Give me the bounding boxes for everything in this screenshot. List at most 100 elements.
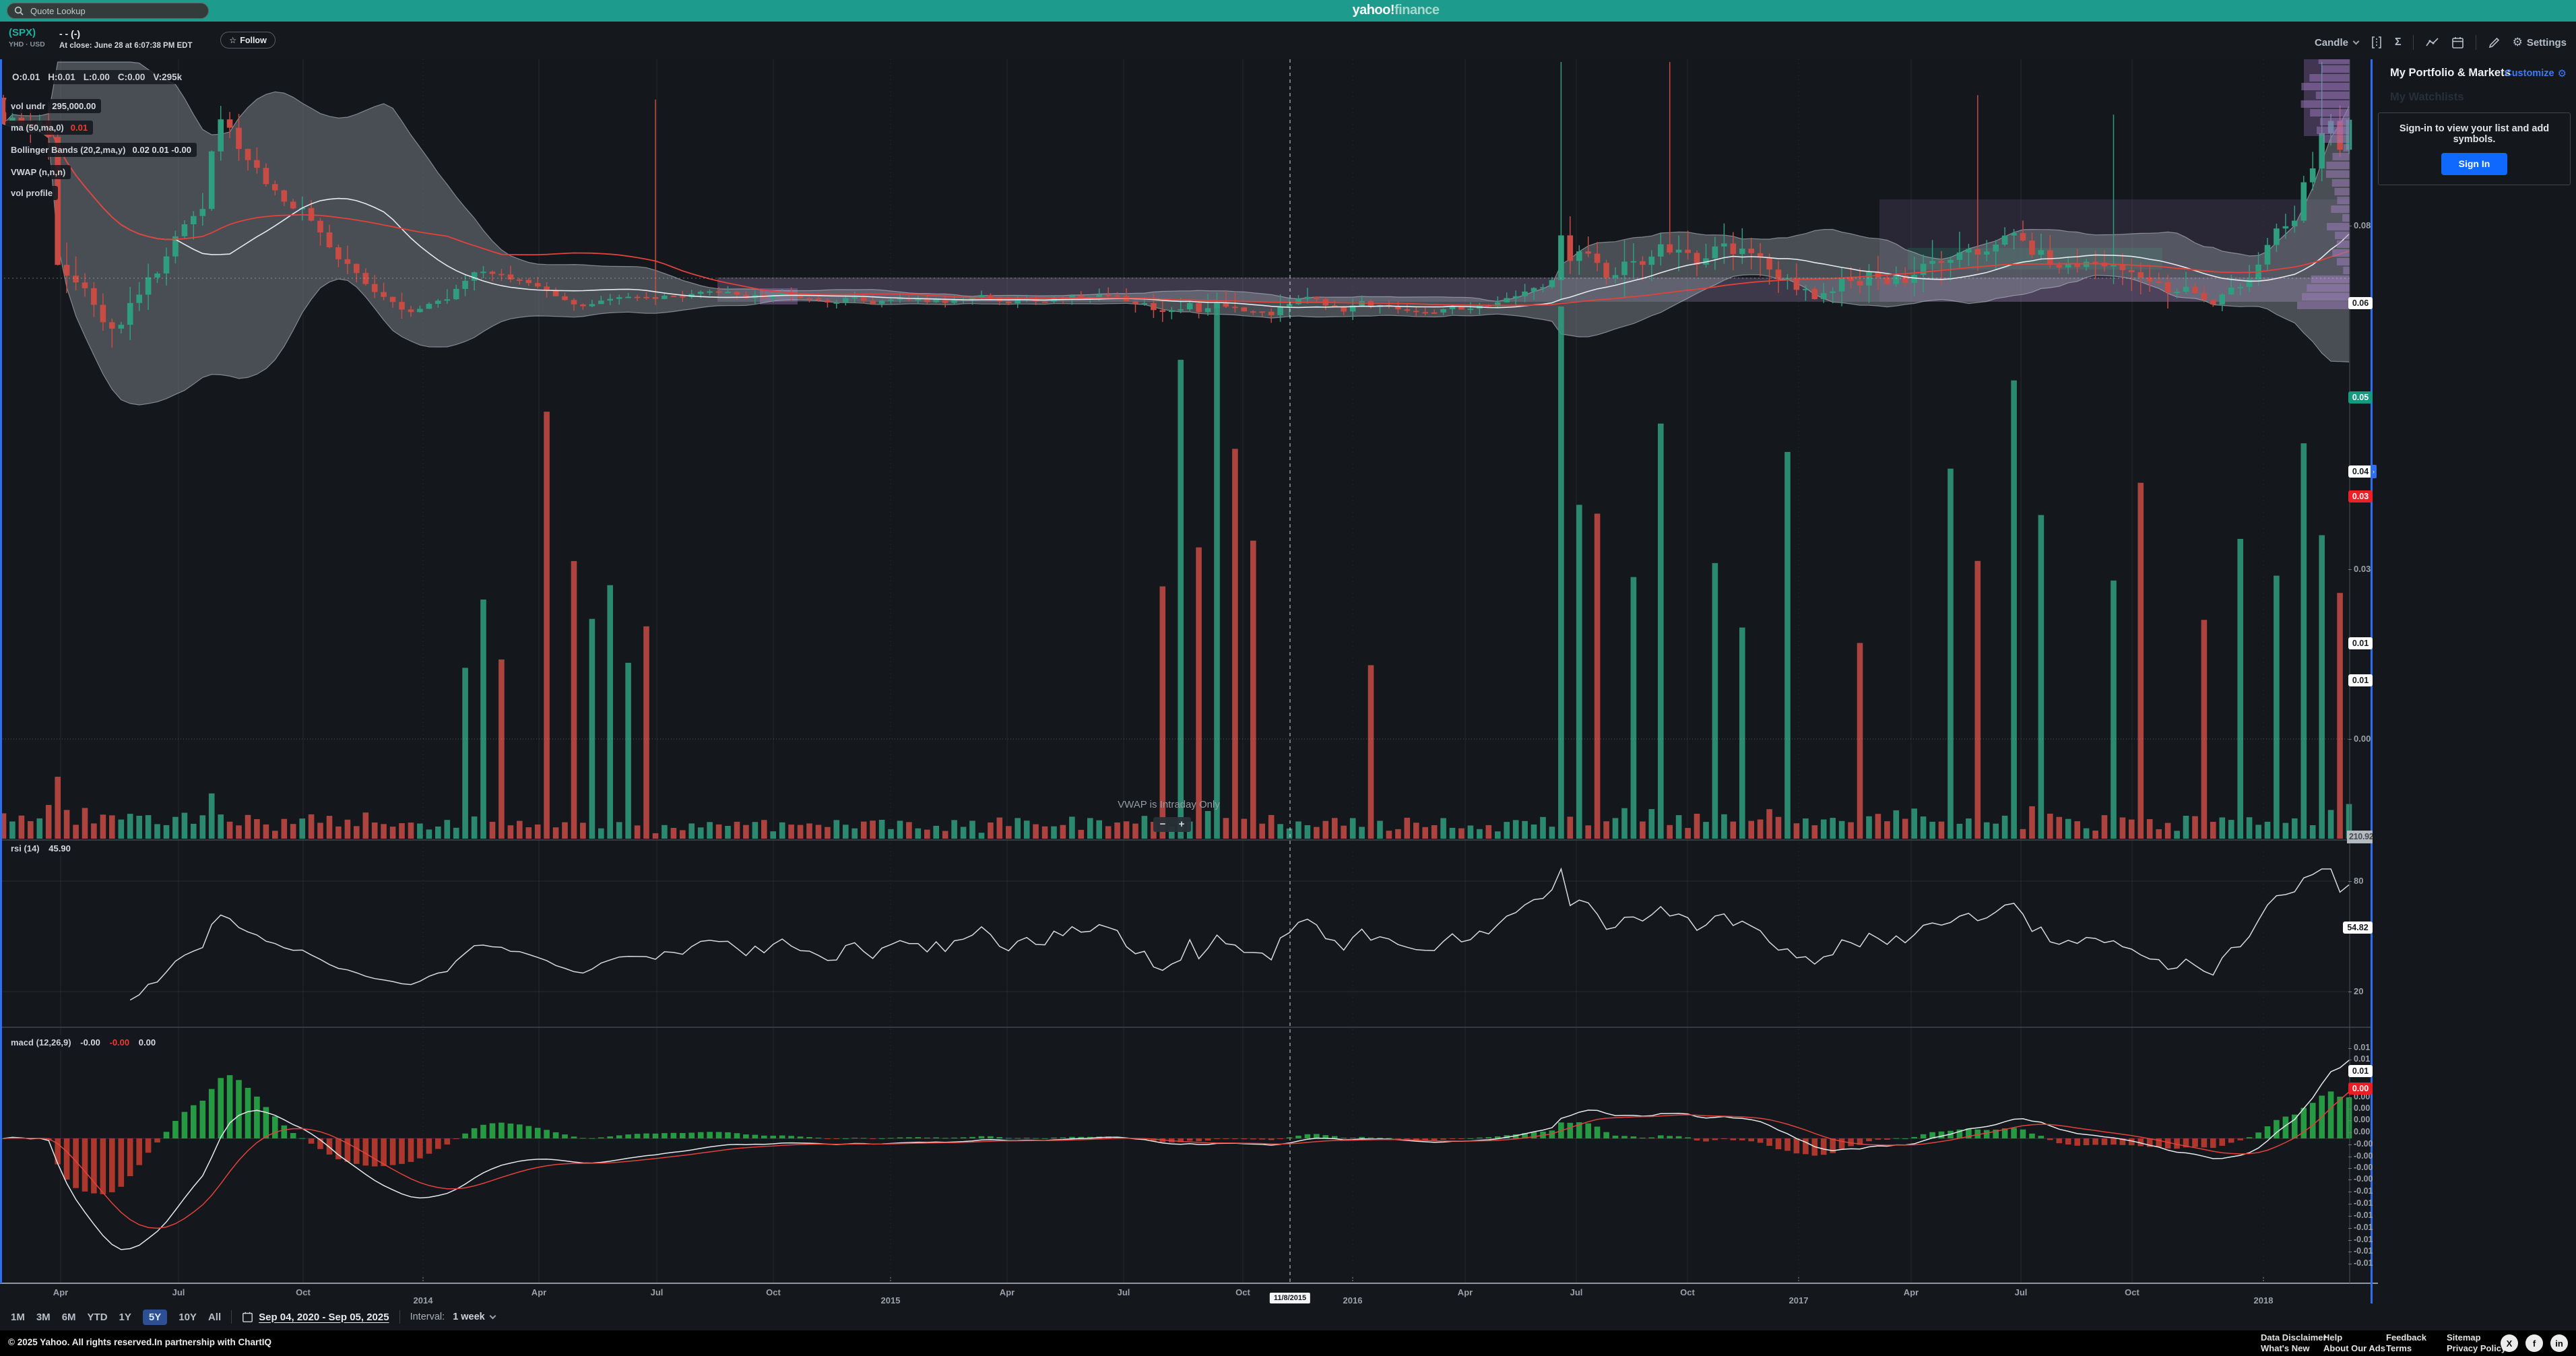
chevron-down-icon (2353, 38, 2360, 44)
footer-link[interactable]: Feedback (2386, 1332, 2426, 1343)
footer-link[interactable]: What's New (2261, 1343, 2327, 1354)
macd-value-3: 0.00 (139, 1037, 156, 1047)
top-header: yahoo!finance (0, 0, 2576, 22)
footer-link[interactable]: About Our Ads (2323, 1343, 2385, 1354)
study-pill-vol[interactable]: vol profile (5, 186, 58, 200)
zoom-out-button[interactable]: − (1153, 817, 1172, 832)
study-pill-Bollinger[interactable]: Bollinger Bands (20,2,ma,y) 0.02 0.01 -0.… (5, 143, 197, 157)
range-button-1m[interactable]: 1M (11, 1312, 25, 1323)
interval-label: Interval: (410, 1312, 445, 1322)
vwap-notice: VWAP is Intraday Only (1118, 799, 1220, 810)
study-pill-VWAP[interactable]: VWAP (n,n,n) (5, 165, 71, 179)
range-button-6m[interactable]: 6M (62, 1312, 76, 1323)
star-icon: ☆ (229, 35, 236, 45)
ohlc-readout: O:0.01H:0.01L:0.00C:0.00V:295k (7, 70, 195, 84)
gear-icon: ⚙ (2558, 67, 2567, 79)
range-button-3m[interactable]: 3M (36, 1312, 51, 1323)
footer-link-column: SitemapPrivacy Policy (2447, 1332, 2506, 1354)
logo-yahoo: yahoo! (1352, 3, 1394, 18)
symbol-exchange: YHD · USD (9, 40, 45, 49)
quote-lookup-search[interactable] (7, 3, 209, 19)
yahoo-finance-logo[interactable]: yahoo!finance (1352, 3, 1439, 18)
pencil-icon[interactable] (2488, 36, 2501, 49)
study-label: vol undr (11, 101, 45, 111)
macd-value-1: -0.00 (80, 1037, 100, 1047)
range-toolbar: 1M 3M 6M YTD 1Y 5Y 10Y All Sep 04, 2020 - Sep 0… (0, 1303, 2576, 1330)
rsi-study-pill[interactable]: rsi (14) 45.90 (5, 841, 76, 855)
range-button-10y[interactable]: 10Y (179, 1312, 197, 1323)
search-input[interactable] (29, 5, 201, 17)
macd-panel-layer (0, 1060, 2352, 1250)
footer-link-column: Data DisclaimerWhat's New (2261, 1332, 2327, 1354)
footer-link[interactable]: Help (2323, 1332, 2385, 1343)
range-buttons: 1M 3M 6M YTD 1Y 5Y 10Y All (11, 1310, 221, 1325)
footer-link-column: FeedbackTerms (2386, 1332, 2426, 1354)
page-footer: © 2025 Yahoo. All rights reserved.In par… (0, 1330, 2576, 1356)
facebook-social-icon[interactable]: f (2525, 1334, 2543, 1352)
chart-toolbar: Candle Σ (2315, 34, 2567, 51)
customize-link[interactable]: Customize ⚙ (2505, 67, 2567, 79)
range-button-1y[interactable]: 1Y (119, 1312, 131, 1323)
study-label: Bollinger Bands (20,2,ma,y) (11, 145, 126, 155)
study-pill-ma[interactable]: ma (50,ma,0)0.01 (5, 121, 93, 135)
footer-link[interactable]: Data Disclaimer (2261, 1332, 2327, 1343)
compare-icon[interactable] (2425, 36, 2440, 49)
symbol-bar: (SPX) YHD · USD - - (-) At close: June 2… (0, 22, 2576, 59)
study-value: 0.02 0.01 -0.00 (133, 145, 191, 155)
settings-label: Settings (2527, 37, 2567, 49)
chart-type-dropdown[interactable]: Candle (2315, 37, 2358, 49)
customize-label: Customize (2505, 68, 2554, 79)
at-close-text: At close: June 28 at 6:07:38 PM EDT (59, 42, 192, 50)
toolbar-divider (2413, 35, 2414, 50)
toolbar-divider (231, 1310, 232, 1324)
toolbar-divider (399, 1310, 400, 1324)
yahoo-finance-chart-page: yahoo!finance (SPX) YHD · USD - - (-) At… (0, 0, 2576, 1356)
ohlc-open: O:0.01 (12, 72, 40, 82)
interval-dropdown[interactable]: 1 week (453, 1312, 485, 1322)
portfolio-side-panel: My Portfolio & Markets Customize ⚙ My Wa… (2378, 59, 2576, 1303)
ohlc-close: C:0.00 (118, 72, 146, 82)
calendar-icon[interactable] (2451, 36, 2464, 49)
calendar-icon (242, 1311, 253, 1323)
rsi-label: rsi (14) (11, 843, 40, 853)
study-label: ma (50,ma,0) (11, 123, 64, 133)
follow-label: Follow (240, 36, 267, 45)
symbol-price: - - (-) (59, 28, 80, 39)
ruler-icon[interactable] (2370, 35, 2383, 50)
follow-button[interactable]: ☆ Follow (220, 32, 276, 49)
study-pill-vol[interactable]: vol undr 295,000.00 (5, 99, 101, 113)
sum-icon[interactable]: Σ (2395, 36, 2402, 49)
date-range-picker[interactable]: Sep 04, 2020 - Sep 05, 2025 (259, 1312, 389, 1323)
range-button-all[interactable]: All (208, 1312, 221, 1323)
rsi-value: 45.90 (49, 843, 71, 853)
zoom-in-button[interactable]: + (1172, 817, 1191, 832)
gear-icon: ⚙ (2513, 36, 2523, 49)
footer-link[interactable]: Terms (2386, 1343, 2426, 1354)
macd-label: macd (12,26,9) (11, 1037, 71, 1047)
macd-value-2: -0.00 (110, 1037, 130, 1047)
footer-link-column: HelpAbout Our Ads (2323, 1332, 2385, 1354)
signin-box: Sign-in to view your list and add symbol… (2378, 112, 2571, 185)
sign-in-button[interactable]: Sign In (2441, 153, 2507, 175)
zoom-controls: − + (1153, 817, 1191, 832)
range-button-5y[interactable]: 5Y (143, 1310, 167, 1325)
linkedin-social-icon[interactable]: in (2550, 1334, 2568, 1352)
range-button-ytd[interactable]: YTD (88, 1312, 108, 1323)
footer-link[interactable]: Privacy Policy (2447, 1343, 2506, 1354)
ohlc-volume: V:295k (153, 72, 182, 82)
chevron-down-icon (489, 1312, 496, 1319)
my-watchlists-heading: My Watchlists (2390, 91, 2464, 104)
chart-type-label: Candle (2315, 37, 2348, 49)
search-icon (14, 6, 24, 15)
study-label: VWAP (n,n,n) (11, 167, 65, 177)
x-social-icon[interactable]: X (2501, 1334, 2518, 1352)
settings-button[interactable]: ⚙ Settings (2513, 36, 2567, 49)
study-value: 295,000.00 (52, 101, 96, 111)
rsi-panel-layer (0, 869, 2350, 1000)
footer-link[interactable]: Sitemap (2447, 1332, 2506, 1343)
signin-text: Sign-in to view your list and add symbol… (2388, 123, 2561, 145)
side-panel-title: My Portfolio & Markets (2390, 67, 2511, 79)
macd-study-pill[interactable]: macd (12,26,9) -0.00 -0.00 0.00 (5, 1035, 161, 1050)
study-label: vol profile (11, 188, 53, 198)
price-chart[interactable] (0, 59, 2378, 1303)
